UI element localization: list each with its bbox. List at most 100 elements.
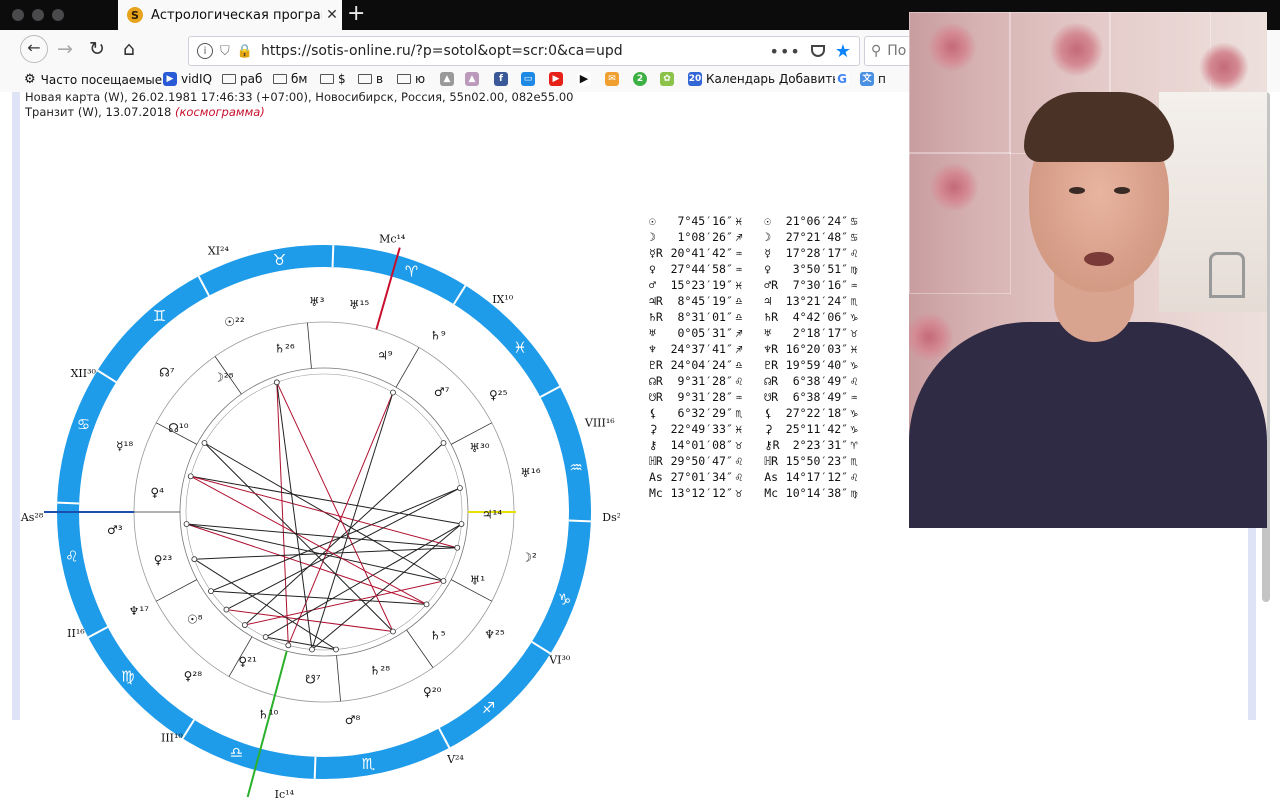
- bookmark-chat[interactable]: ▭: [521, 72, 539, 86]
- planet-marker: [223, 606, 230, 613]
- pocket-icon[interactable]: [810, 45, 825, 57]
- natal-degree: 15°23′19″: [670, 278, 733, 292]
- sign-divider: [331, 245, 335, 268]
- bookmark-youtube[interactable]: ▶: [549, 72, 567, 86]
- minimize-window-button[interactable]: [32, 9, 44, 21]
- bookmark-star-icon[interactable]: ★: [835, 41, 851, 62]
- search-placeholder: По: [887, 43, 907, 59]
- bookmark-folder-rab[interactable]: раб: [222, 72, 262, 86]
- bookmark-folder-v[interactable]: в: [358, 72, 383, 86]
- new-tab-button[interactable]: +: [347, 3, 365, 25]
- page-actions-icon[interactable]: •••: [770, 42, 801, 61]
- natal-sign: ♌: [735, 454, 743, 468]
- bookmark-green[interactable]: 2: [633, 72, 651, 86]
- triangle-logo-icon: ▲: [440, 72, 454, 86]
- bookmark-folder-dollar[interactable]: $: [320, 72, 346, 86]
- bookmark-mail[interactable]: ✉: [605, 72, 623, 86]
- planet-marker: [390, 389, 396, 396]
- planet-marker: [187, 473, 194, 480]
- transit-sign: ♓: [850, 342, 858, 356]
- bookmark-label: Часто посещаемые: [40, 72, 163, 87]
- planet-label: ☽²: [521, 551, 537, 565]
- natal-glyph: ♇R: [649, 358, 663, 372]
- bookmark-label: vidIQ: [181, 72, 213, 86]
- cosmogram-link[interactable]: (космограмма): [175, 105, 265, 119]
- position-row: ♅ 0°05′31″ ♐ ♅ 2°18′17″ ♉: [649, 325, 858, 341]
- tab-close-icon[interactable]: ✕: [322, 7, 342, 23]
- folder-icon: [222, 74, 236, 84]
- bookmark-icon-1[interactable]: ▲: [440, 72, 458, 86]
- position-row: ⚷ 14°01′08″ ♉ ⚷R 2°23′31″ ♈: [649, 437, 858, 453]
- bookmark-most-visited[interactable]: ⚙ Часто посещаемые: [24, 72, 162, 87]
- natal-sign: ♌: [735, 374, 743, 388]
- house-label: As²⁸: [20, 511, 44, 524]
- bookmark-folder-bm[interactable]: бм: [273, 72, 307, 86]
- bookmark-facebook[interactable]: f: [494, 72, 512, 86]
- forward-arrow-icon[interactable]: →: [53, 38, 77, 60]
- shield-icon[interactable]: ⛉: [220, 44, 230, 59]
- natal-sign: ♒: [735, 390, 743, 404]
- transit-sign: ♒: [850, 278, 858, 292]
- info-icon[interactable]: i: [197, 43, 213, 59]
- transit-sign: ♑: [850, 406, 858, 420]
- calendar-icon: 20: [688, 72, 702, 86]
- planet-label: ♃⁹: [377, 348, 393, 362]
- rose-pattern: [1199, 42, 1249, 92]
- transit-degree: 15°50′23″: [785, 454, 849, 468]
- bookmark-label: ю: [415, 72, 426, 86]
- zodiac-sign-glyph: ♎: [230, 744, 243, 762]
- bookmark-translate[interactable]: 文 п: [860, 72, 886, 86]
- transit-degree: 17°28′17″: [785, 246, 849, 260]
- planet-marker: [457, 485, 463, 491]
- aspect-line: [244, 580, 444, 626]
- planet-label: ♅¹⁵: [349, 298, 370, 312]
- person-hair: [1024, 92, 1174, 162]
- position-row: ♃R 8°45′19″ ♎ ♃ 13°21′24″ ♏: [649, 293, 858, 309]
- bookmark-icon-2[interactable]: ▲: [465, 72, 483, 86]
- natal-degree: 14°01′08″: [670, 438, 733, 452]
- bookmark-vidiq[interactable]: ▶ vidIQ: [163, 72, 212, 86]
- bookmark-play[interactable]: ▶: [577, 72, 595, 86]
- bookmark-folder-yu[interactable]: ю: [397, 72, 425, 86]
- bookmark-google[interactable]: G: [835, 72, 853, 86]
- maximize-window-button[interactable]: [52, 9, 64, 21]
- natal-glyph: Mc: [649, 486, 663, 500]
- transit-glyph: ☉: [764, 214, 772, 228]
- natal-degree: 20°41′42″: [670, 246, 733, 260]
- position-row: ⚸ 6°32′29″ ♏ ⚸ 27°22′18″ ♑: [649, 405, 858, 421]
- natal-degree: 0°05′31″: [670, 326, 733, 340]
- tab-title: Астрологическая программа.: [151, 7, 322, 23]
- position-row: ℍR 29°50′47″ ♌ ℍR 15°50′23″ ♏: [649, 453, 858, 469]
- zodiac-sign-glyph: ♑: [558, 591, 571, 609]
- planet-label: ☊⁷: [159, 366, 175, 380]
- mail-icon: ✉: [605, 72, 619, 86]
- reload-icon[interactable]: ↻: [85, 38, 109, 60]
- natal-glyph: ☋R: [649, 390, 663, 404]
- planet-glyphs: Mc¹⁴ XI²⁴ IX¹⁰ XII³⁰ VIII¹⁶ As²⁸ Ds²⁸ II¹⁶ VI³⁰ I…: [20, 232, 620, 801]
- planet-label: ♀⁴: [150, 485, 164, 499]
- bookmark-plant[interactable]: ✿: [660, 72, 678, 86]
- zodiac-sign-glyph: ♊: [153, 307, 166, 325]
- rose-pattern: [929, 162, 979, 212]
- url-bar[interactable]: i ⛉ 🔒 https://sotis-online.ru/?p=sotol&o…: [188, 36, 860, 66]
- position-row: ♀ 27°44′58″ ♒ ♀ 3°50′51″ ♍: [649, 261, 858, 277]
- aspect-line: [276, 382, 289, 646]
- aspect-line: [276, 382, 394, 632]
- planet-label: ☉⁸: [187, 612, 203, 626]
- tab-active[interactable]: S Астрологическая программа. ✕: [118, 0, 342, 30]
- search-icon: ⚲: [871, 43, 882, 59]
- aspect-lines: [183, 379, 465, 653]
- home-icon[interactable]: ⌂: [117, 38, 141, 60]
- back-arrow-icon[interactable]: ←: [20, 35, 48, 63]
- transit-glyph: ♃: [764, 294, 772, 308]
- natal-degree: 24°37′41″: [670, 342, 733, 356]
- plant-icon: ✿: [660, 72, 674, 86]
- bookmark-calendar[interactable]: 20 Календарь Добавить: [688, 72, 839, 86]
- transit-sign: ♌: [850, 470, 858, 484]
- chat-icon: ▭: [521, 72, 535, 86]
- close-window-button[interactable]: [12, 9, 24, 21]
- zodiac-sign-glyph: ♓: [513, 338, 526, 356]
- url-text[interactable]: https://sotis-online.ru/?p=sotol&opt=scr…: [261, 43, 623, 59]
- aspect-line: [190, 475, 462, 525]
- aspect-line: [226, 609, 394, 633]
